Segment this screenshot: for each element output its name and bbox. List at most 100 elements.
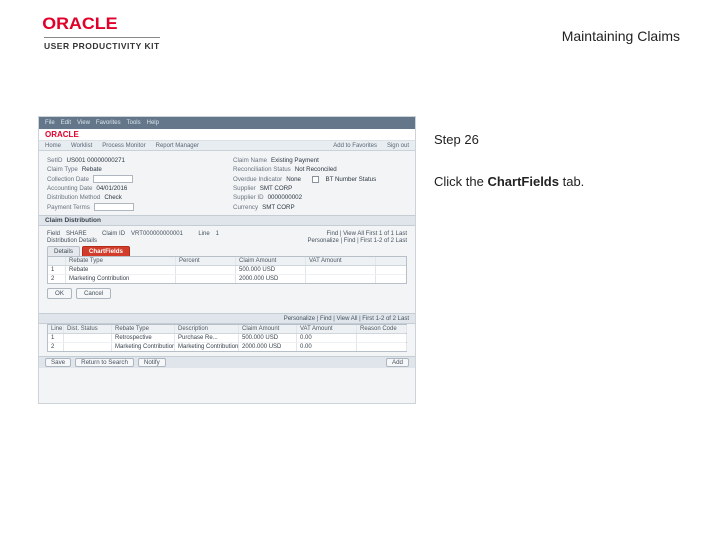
cell: 2000.000 USD [236,275,306,283]
field-value: Not Reconciled [295,166,337,173]
notify-button[interactable]: Notify [138,358,166,367]
field-value: SMT CORP [260,185,293,192]
tab-details[interactable]: Details [47,246,80,256]
cell: Marketing Contribution [112,343,175,351]
col-header: Rebate Type [66,257,176,265]
add-button[interactable]: Add [386,358,409,367]
subsection-label: Distribution Details [47,238,97,244]
toolbar-link[interactable]: Home [45,143,61,149]
cell: 1 [48,334,64,342]
cell [176,266,236,274]
save-button[interactable]: Save [45,358,71,367]
field-label: Collection Date [47,176,89,183]
col-header: Percent [176,257,236,265]
cell: 0.00 [297,343,357,351]
grid-nav[interactable]: Personalize | Find | View All | First 1-… [284,316,409,322]
field-label: SetID [47,157,62,164]
field-label: Accounting Date [47,185,92,192]
oracle-logo: ORACLE [44,14,160,34]
claims-grid: Line Dist. Status Rebate Type Descriptio… [47,324,407,352]
app-screenshot: File Edit View Favorites Tools Help ORAC… [38,116,416,404]
brand-header: ORACLE USER PRODUCTIVITY KIT [44,14,160,51]
checkbox[interactable] [312,176,319,183]
field-value: Check [104,194,122,201]
menu-item[interactable]: Favorites [96,120,121,126]
table-row[interactable]: 2 Marketing Contribution 2000.000 USD [48,275,406,283]
distribution-grid: Rebate Type Percent Claim Amount VAT Amo… [47,256,407,284]
cell [357,334,407,342]
cell: 500.000 USD [239,334,297,342]
cell: Marketing Contribution [66,275,176,283]
toolbar-link[interactable]: Report Manager [156,143,199,149]
menu-item[interactable]: View [77,120,90,126]
ok-button[interactable]: OK [47,288,72,299]
col-header: Line [48,325,64,333]
cell: 1 [48,266,66,274]
step-label: Step 26 [434,132,684,147]
table-row[interactable]: 2 Marketing Contribution Marketing Contr… [48,343,406,351]
field-value: Existing Payment [271,157,319,164]
field-value: US001 00000000271 [66,157,125,164]
instruction-text: Click the ChartFields tab. [434,173,684,191]
claim-header-form: SetIDUS001 00000000271 Claim NameExistin… [39,151,415,215]
return-button[interactable]: Return to Search [75,358,134,367]
grid-nav[interactable]: Personalize | Find | First 1-2 of 2 Last [308,238,408,244]
col-header: Claim Amount [236,257,306,265]
payment-terms-input[interactable] [94,203,134,211]
cell: Marketing Contribution [175,343,239,351]
cell: 500.000 USD [236,266,306,274]
brand-subtitle: USER PRODUCTIVITY KIT [44,37,160,51]
cell [176,275,236,283]
field-value: 0000000002 [268,194,302,201]
grid-nav[interactable]: Find | View All First 1 of 1 Last [327,231,407,237]
menu-item[interactable]: Help [147,120,159,126]
page-footer: Save Return to Search Notify Add [39,356,415,368]
app-toolbar: Home Worklist Process Monitor Report Man… [39,141,415,151]
menu-item[interactable]: Tools [127,120,141,126]
lower-section-bar: Personalize | Find | View All | First 1-… [39,313,415,324]
app-brand-bar: ORACLE [39,129,415,141]
field-label: Currency [233,204,258,211]
tab-chartfields[interactable]: ChartFields [82,246,130,256]
toolbar-link[interactable]: Add to Favorites [333,143,377,149]
col-header: Claim Amount [239,325,297,333]
toolbar-link[interactable]: Process Monitor [102,143,145,149]
field-label: Supplier ID [233,194,264,201]
menu-item[interactable]: Edit [61,120,71,126]
cell [64,343,112,351]
section-bar-claim-distribution: Claim Distribution [39,215,415,226]
cell [306,275,376,283]
cancel-button[interactable]: Cancel [76,288,111,299]
cell: 2000.000 USD [239,343,297,351]
field-label: Reconciliation Status [233,166,291,173]
col-header: VAT Amount [297,325,357,333]
cell [64,334,112,342]
table-row[interactable]: 1 Retrospective Purchase Re... 500.000 U… [48,334,406,343]
table-row[interactable]: 1 Rebate 500.000 USD [48,266,406,275]
toolbar-link[interactable]: Sign out [387,143,409,149]
toolbar-link[interactable]: Worklist [71,143,92,149]
menu-item[interactable]: File [45,120,55,126]
field-label: Field [47,231,60,237]
field-value: Rebate [82,166,102,173]
field-value: SMT CORP [262,204,295,211]
field-label: Payment Terms [47,204,90,211]
field-label: Claim ID [102,231,125,237]
distribution-tabs: Details ChartFields [47,246,407,256]
instruction-post: tab. [559,174,584,189]
browser-menubar: File Edit View Favorites Tools Help [39,117,415,129]
collection-date-input[interactable] [93,175,133,183]
field-value: VRT000000000001 [131,231,183,237]
cell: 2 [48,343,64,351]
cell: Purchase Re... [175,334,239,342]
col-header: Description [175,325,239,333]
col-header: Rebate Type [112,325,175,333]
field-label: Supplier [233,185,256,192]
field-label: Claim Type [47,166,78,173]
cell: Retrospective [112,334,175,342]
col-header: Dist. Status [64,325,112,333]
col-header [48,257,66,265]
col-header: VAT Amount [306,257,376,265]
field-value: BT Number Status [325,176,376,183]
col-header: Reason Code [357,325,407,333]
